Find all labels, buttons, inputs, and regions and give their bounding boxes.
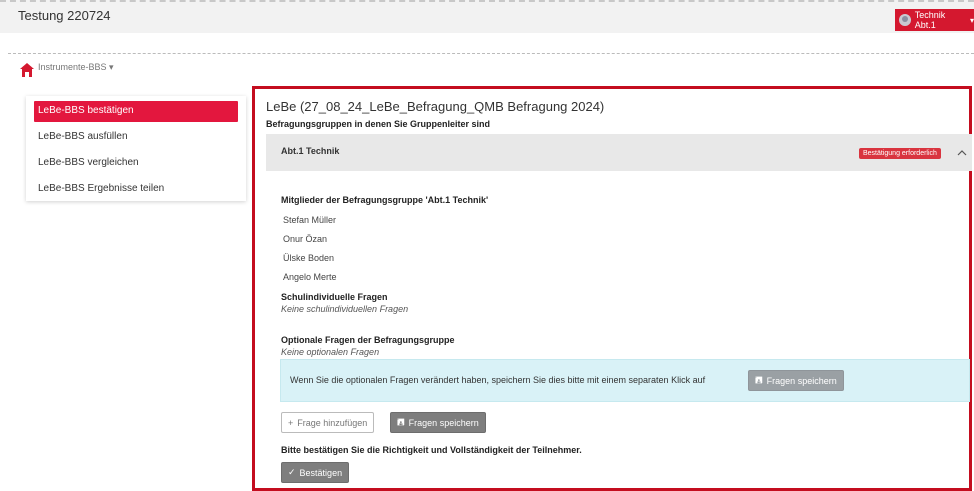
user-menu-button[interactable]: Technik Abt.1 ▾ [895, 9, 974, 31]
info-text: Wenn Sie die optionalen Fragen verändert… [290, 375, 706, 385]
info-save-label: Fragen speichern [766, 375, 837, 386]
confirm-button-label: Bestätigen [299, 467, 343, 478]
info-save-button[interactable]: 🖪 Fragen speichern [748, 370, 844, 391]
caret-down-icon: ▾ [969, 15, 974, 25]
page-title: LeBe (27_08_24_LeBe_Befragung_QMB Befrag… [266, 99, 605, 114]
avatar [899, 14, 911, 26]
add-question-button[interactable]: + Frage hinzufügen [281, 412, 375, 433]
sidebar-item-ergebnisse-teilen[interactable]: LeBe-BBS Ergebnisse teilen [34, 179, 238, 200]
group-panel-header[interactable]: Abt.1 Technik Bestätigung erforderlich [266, 134, 972, 171]
top-bar: Testung 220724 Technik Abt.1 ▾ [0, 0, 974, 33]
member-item: Ülske Boden [283, 253, 335, 263]
sidebar-menu: LeBe-BBS bestätigen LeBe-BBS ausfüllen L… [26, 96, 246, 201]
main-panel: LeBe (27_08_24_LeBe_Befragung_QMB Befrag… [252, 86, 972, 491]
chevron-up-icon[interactable] [957, 148, 967, 158]
home-icon[interactable] [19, 62, 35, 78]
group-name: Abt.1 Technik [281, 146, 340, 156]
member-item: Stefan Müller [283, 215, 337, 225]
page-subtitle: Befragungsgruppen in denen Sie Gruppenle… [266, 119, 491, 129]
sidebar-item-bestaetigen[interactable]: LeBe-BBS bestätigen [34, 101, 238, 122]
floppy-icon: 🖪 [755, 374, 763, 385]
top-divider [0, 0, 974, 2]
member-item: Angelo Merte [283, 272, 337, 282]
app-title: Testung 220724 [18, 8, 111, 23]
sidebar-item-ausfuellen[interactable]: LeBe-BBS ausfüllen [34, 127, 238, 148]
status-badge: Bestätigung erforderlich [859, 148, 941, 159]
sidebar-item-vergleichen[interactable]: LeBe-BBS vergleichen [34, 153, 238, 174]
school-questions-heading: Schulindividuelle Fragen [281, 292, 388, 302]
save-questions-label: Fragen speichern [408, 417, 479, 428]
members-heading: Mitglieder der Befragungsgruppe 'Abt.1 T… [281, 195, 489, 205]
add-question-label: Frage hinzufügen [297, 417, 368, 428]
info-alert: Wenn Sie die optionalen Fragen verändert… [280, 359, 970, 402]
header-separator [8, 53, 974, 54]
plus-icon: + [288, 417, 294, 428]
save-questions-button[interactable]: 🖪 Fragen speichern [390, 412, 486, 433]
confirm-button[interactable]: ✓ Bestätigen [281, 462, 350, 483]
floppy-icon: 🖪 [397, 416, 405, 427]
optional-questions-heading: Optionale Fragen der Befragungsgruppe [281, 335, 455, 345]
user-menu-label: Technik Abt.1 [914, 10, 946, 30]
member-item: Onur Özan [283, 234, 328, 244]
school-questions-note: Keine schulindividuellen Fragen [281, 304, 409, 314]
confirm-heading: Bitte bestätigen Sie die Richtigkeit und… [281, 445, 582, 455]
breadcrumb[interactable]: Instrumente-BBS ▾ [38, 62, 114, 73]
check-icon: ✓ [288, 467, 296, 477]
optional-questions-note: Keine optionalen Fragen [281, 347, 380, 357]
